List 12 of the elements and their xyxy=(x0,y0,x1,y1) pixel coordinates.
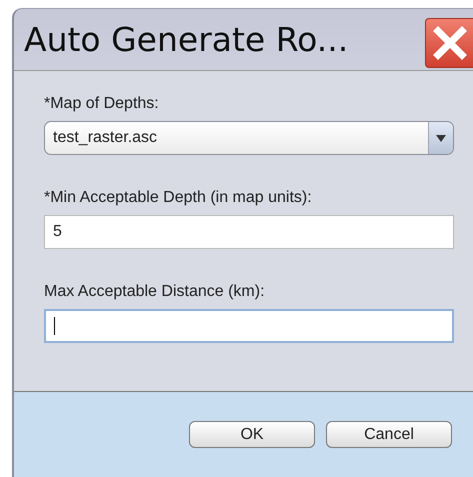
ok-button[interactable]: OK xyxy=(189,421,315,448)
close-icon xyxy=(432,26,466,60)
dropdown-arrow-icon xyxy=(436,134,446,142)
cancel-button[interactable]: Cancel xyxy=(326,421,452,448)
field-label: *Map of Depths: xyxy=(44,95,159,113)
input-field[interactable] xyxy=(44,309,454,343)
field-label: Max Acceptable Distance (km): xyxy=(44,283,265,301)
dropdown[interactable]: test_raster.asc xyxy=(44,121,454,155)
field-label: *Min Acceptable Depth (in map units): xyxy=(44,189,312,207)
input-field[interactable]: 5 xyxy=(44,215,454,249)
close-button[interactable] xyxy=(425,18,473,68)
window-title: Auto Generate Ro... xyxy=(24,20,348,59)
